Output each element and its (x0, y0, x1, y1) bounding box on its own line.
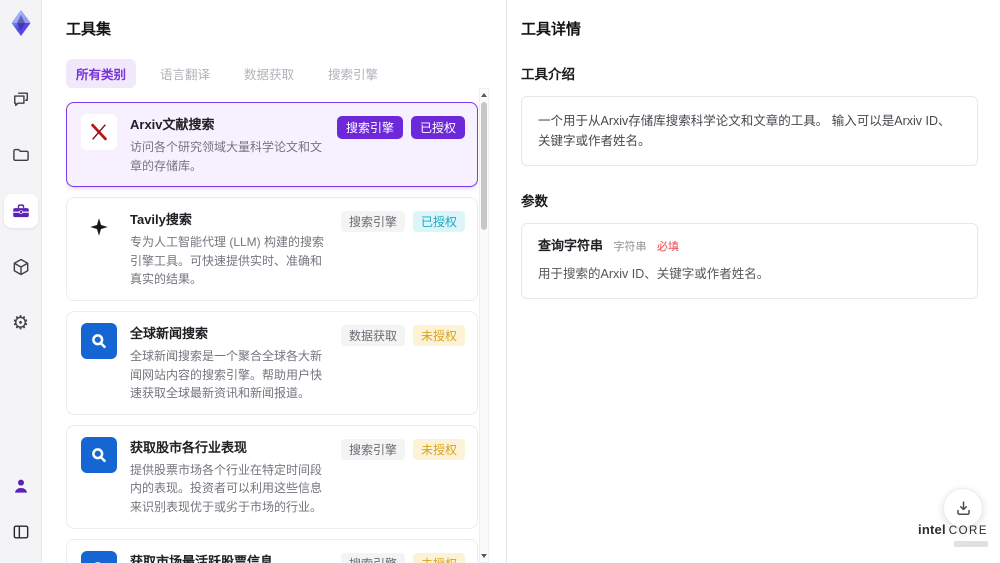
scroll-up-icon[interactable] (480, 90, 488, 100)
scrollbar-thumb[interactable] (481, 102, 487, 230)
auth-status-badge: 未授权 (412, 438, 465, 460)
sidebar-item-collapse[interactable] (4, 515, 38, 549)
tools-panel: 工具集 所有类别 语言翻译 数据获取 搜索引擎 Arxiv文献搜索 访问各个研究领域大… (42, 0, 507, 563)
tool-name: Tavily搜索 (130, 212, 192, 228)
auth-status-badge: 已授权 (412, 211, 465, 233)
tavily-star-icon (81, 209, 117, 246)
intro-box: 一个用于从Arxiv存储库搜索科学论文和文章的工具。 输入可以是Arxiv ID… (521, 96, 978, 166)
download-button[interactable] (943, 488, 983, 528)
intro-text: 一个用于从Arxiv存储库搜索科学论文和文章的工具。 输入可以是Arxiv ID… (538, 114, 951, 148)
tool-name: 获取股市各行业表现 (130, 439, 248, 455)
tab-2[interactable]: 数据获取 (234, 59, 304, 88)
search-app-icon (81, 436, 117, 473)
param-box: 查询字符串 字符串 必填 用于搜索的Arxiv ID、关键字或作者姓名。 (521, 223, 978, 300)
tool-list-item[interactable]: 全球新闻搜索 全球新闻搜索是一个聚合全球各大新闻网站内容的搜索引擎。帮助用户快速… (66, 310, 478, 415)
sidebar-item-chat[interactable] (4, 82, 38, 116)
param-name: 查询字符串 (538, 238, 604, 253)
intel-core-logo: intel CORE (918, 523, 988, 547)
sidebar-item-settings[interactable]: ⚙ (4, 306, 38, 340)
tool-detail-panel: 工具详情 工具介绍 一个用于从Arxiv存储库搜索科学论文和文章的工具。 输入可… (507, 0, 1000, 563)
tool-badges: 搜索引擎 未授权 (340, 437, 465, 517)
download-icon (956, 500, 970, 515)
category-badge: 搜索引擎 (340, 552, 405, 563)
tab-all-categories[interactable]: 所有类别 (66, 59, 137, 88)
tab-1[interactable]: 语言翻译 (150, 59, 220, 88)
param-description: 用于搜索的Arxiv ID、关键字或作者姓名。 (538, 267, 770, 282)
intel-wordmark: intel (918, 522, 946, 538)
sidebar-item-account[interactable] (4, 469, 38, 503)
detail-title: 工具详情 (521, 21, 582, 38)
category-badge: 搜索引擎 (340, 438, 405, 460)
arxiv-logo-icon (81, 114, 117, 150)
tools-list: Arxiv文献搜索 访问各个研究领域大量科学论文和文章的存储库。 搜索引擎 已授… (66, 102, 478, 563)
category-badge: 搜索引擎 (340, 211, 405, 233)
tool-description: 访问各个研究领域大量科学论文和文章的存储库。 (130, 140, 323, 173)
tab-3[interactable]: 搜索引擎 (318, 59, 388, 88)
user-icon (14, 479, 27, 493)
auth-status-badge: 未授权 (412, 552, 465, 563)
category-badge: 数据获取 (340, 324, 405, 346)
scroll-down-icon[interactable] (480, 551, 488, 561)
tool-description: 专为人工智能代理 (LLM) 构建的搜索引擎工具。可快速提供实时、准确和真实的结… (130, 235, 325, 287)
tool-badges: 搜索引擎 未授权 (340, 551, 465, 563)
cube-icon (13, 258, 28, 276)
tool-badges: 数据获取 未授权 (340, 323, 465, 403)
tool-name: Arxiv文献搜索 (130, 117, 215, 132)
param-type: 字符串 (613, 241, 647, 253)
tool-list-item[interactable]: Tavily搜索 专为人工智能代理 (LLM) 构建的搜索引擎工具。可快速提供实… (66, 197, 478, 301)
category-tabs: 所有类别 语言翻译 数据获取 搜索引擎 (66, 59, 506, 88)
tool-name: 获取市场最活跃股票信息 (130, 553, 274, 563)
param-required-badge: 必填 (656, 241, 679, 253)
tool-name: 全球新闻搜索 (130, 325, 209, 341)
sidebar-item-files[interactable] (4, 138, 38, 172)
core-wordmark: CORE (948, 525, 988, 538)
search-app-icon (81, 322, 117, 359)
settings-icon: ⚙ (11, 312, 30, 334)
param-header: 查询字符串 字符串 必填 (538, 238, 961, 254)
sidebar-item-packages[interactable] (4, 250, 38, 284)
folder-icon (12, 148, 29, 162)
tool-list-item[interactable]: Arxiv文献搜索 访问各个研究领域大量科学论文和文章的存储库。 搜索引擎 已授… (66, 102, 478, 188)
chat-icon (13, 92, 28, 107)
sidebar-nav: ⚙ (3, 82, 38, 340)
tool-list-item[interactable]: 获取市场最活跃股票信息 提供当天交易量最高的股票列表。投资者可以利用这些信息来识… (66, 538, 478, 563)
tool-description: 全球新闻搜索是一个聚合全球各大新闻网站内容的搜索引擎。帮助用户快速获取全球最新资… (130, 348, 323, 401)
page-title: 工具集 (66, 21, 112, 38)
brand-sub-mark (954, 541, 988, 547)
list-scrollbar[interactable] (479, 88, 489, 563)
tool-badges: 搜索引擎 已授权 (340, 209, 465, 289)
tool-list-item[interactable]: 获取股市各行业表现 提供股票市场各个行业在特定时间段内的表现。投资者可以利用这些… (66, 424, 478, 529)
params-heading: 参数 (521, 194, 548, 209)
sidebar-bottom (4, 469, 38, 549)
tool-badges: 搜索引擎 已授权 (336, 114, 465, 175)
category-badge: 搜索引擎 (336, 116, 403, 139)
auth-status-badge: 已授权 (410, 116, 465, 139)
tool-description: 提供股票市场各个行业在特定时间段内的表现。投资者可以利用这些信息来识别表现优于或… (130, 462, 323, 514)
intro-heading: 工具介绍 (521, 67, 575, 82)
app-logo-icon (11, 10, 30, 36)
sidebar: ⚙ (0, 0, 42, 563)
panel-toggle-icon (13, 525, 28, 539)
sidebar-item-tools[interactable] (3, 194, 38, 228)
app-window: ⚙ 工具集 所有类别 语言翻译 数据获取 搜索引擎 Arxiv文献搜索 访问各个… (0, 0, 1000, 563)
search-app-icon (81, 550, 117, 563)
toolbox-icon (12, 204, 29, 218)
auth-status-badge: 未授权 (412, 324, 465, 346)
